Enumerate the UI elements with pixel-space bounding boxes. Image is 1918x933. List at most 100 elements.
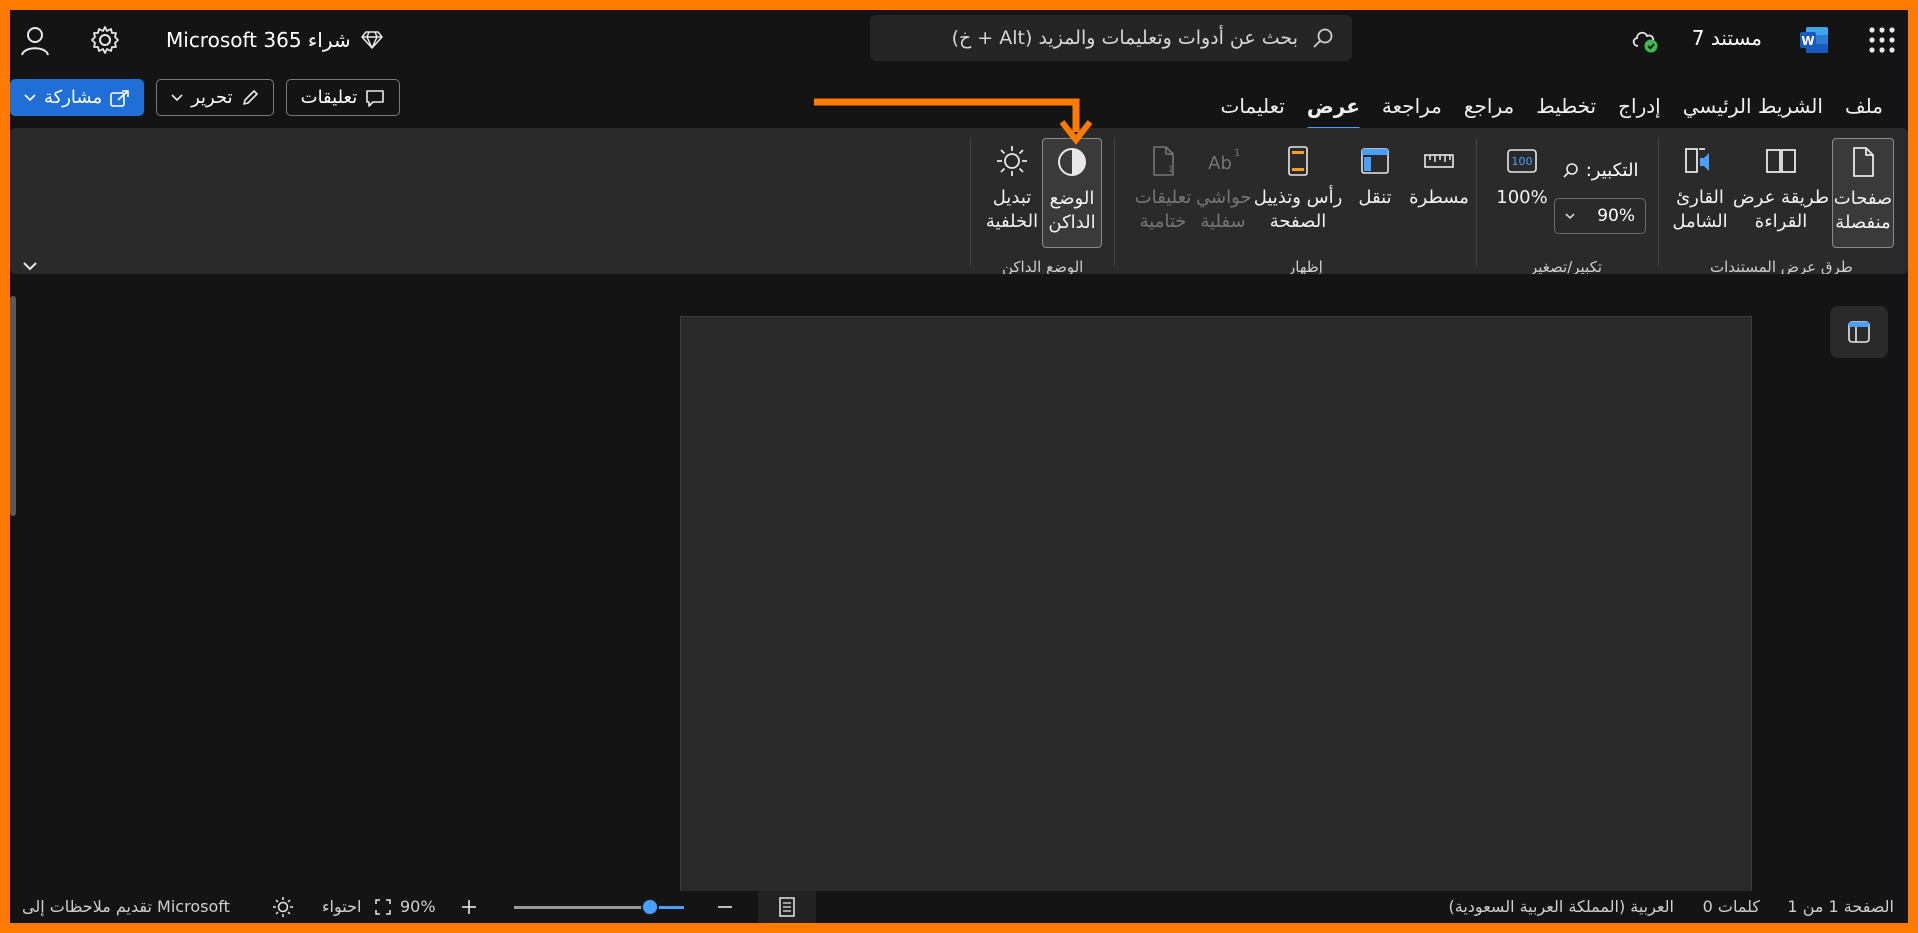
endnotes-label-2: ختامية	[1139, 211, 1187, 232]
header-footer-label-1: رأس وتذييل	[1253, 187, 1343, 208]
tab-review[interactable]: مراجعة	[1371, 82, 1453, 126]
header-footer-icon	[1288, 146, 1308, 176]
footnotes-label-1: حواشي	[1196, 187, 1252, 208]
page-icon	[1853, 147, 1874, 177]
group-separator	[1476, 138, 1477, 266]
zoom-in-icon[interactable]	[460, 898, 478, 916]
fit-label[interactable]: احتواء	[322, 897, 361, 916]
page-count[interactable]: الصفحة 1 من 1	[1787, 897, 1894, 916]
group-separator	[1114, 138, 1115, 266]
switch-background-button[interactable]: تبديل الخلفية	[984, 138, 1040, 248]
comments-button[interactable]: تعليقات	[285, 79, 401, 116]
footnotes-label-2: سفلية	[1200, 211, 1246, 232]
ribbon-tabs: ملف الشريط الرئيسي إدراج تخطيط مراجع مرا…	[1209, 82, 1894, 130]
ruler-label: مسطرة	[1409, 187, 1469, 208]
navigation-button[interactable]: تنقل	[1350, 138, 1400, 248]
reading-view-label-1: طريقة عرض	[1732, 187, 1830, 208]
word-logo-icon[interactable]: W	[1798, 24, 1830, 56]
svg-text:1: 1	[1168, 165, 1174, 175]
zoom-dropdown[interactable]: 90%	[1554, 198, 1646, 234]
footnote-icon: Ab 1	[1208, 148, 1240, 174]
svg-text:1: 1	[1234, 148, 1240, 159]
immersive-reader-label-2: الشامل	[1672, 211, 1728, 232]
switch-background-label-1: تبديل	[992, 187, 1032, 208]
side-panel-icon	[1848, 321, 1870, 343]
header-footer-label-2: الصفحة	[1269, 211, 1327, 232]
tab-layout[interactable]: تخطيط	[1525, 82, 1607, 126]
comment-icon	[366, 89, 385, 107]
separate-pages-button[interactable]: صفحات منفصلة	[1832, 138, 1894, 248]
edit-mode-button[interactable]: تحرير	[156, 79, 274, 116]
share-icon	[110, 89, 129, 107]
document-canvas	[10, 274, 1908, 923]
word-app-window: شراء Microsoft 365 بحث عن أدوات وتعليمات…	[10, 10, 1908, 923]
immersive-reader-label-1: القارئ	[1676, 187, 1724, 208]
tab-insert[interactable]: إدراج	[1607, 82, 1672, 126]
document-page[interactable]	[680, 316, 1752, 923]
immersive-reader-button[interactable]: القارئ الشامل	[1668, 138, 1732, 248]
svg-text:Ab: Ab	[1208, 153, 1232, 174]
zoom-100-button[interactable]: 100 100%	[1496, 138, 1548, 248]
immersive-reader-icon	[1685, 148, 1709, 173]
title-bar: شراء Microsoft 365 بحث عن أدوات وتعليمات…	[10, 10, 1908, 70]
zoom-percent[interactable]: 90%	[400, 897, 436, 916]
zoom-100-label: 100%	[1496, 187, 1548, 208]
share-button[interactable]: مشاركة	[10, 79, 145, 116]
brightness-icon[interactable]	[272, 896, 294, 918]
chevron-down-icon	[171, 93, 183, 101]
cloud-saved-icon[interactable]	[1630, 26, 1660, 54]
dark-mode-button[interactable]: الوضع الداكن	[1042, 138, 1102, 248]
header-actions: مشاركة تحرير تعليقات	[10, 79, 401, 117]
reading-view-label-2: القراءة	[1754, 211, 1808, 232]
endnote-icon: 1	[1153, 146, 1174, 176]
tab-references[interactable]: مراجع	[1453, 82, 1525, 126]
zoom-slider-thumb[interactable]	[641, 898, 659, 916]
header-footer-button[interactable]: رأس وتذييل الصفحة	[1248, 138, 1348, 248]
group-separator	[1658, 138, 1659, 266]
share-label: مشاركة	[44, 87, 103, 108]
document-title[interactable]: مستند 7	[1692, 26, 1762, 50]
fit-icon[interactable]	[374, 898, 392, 916]
page-view-button[interactable]	[758, 891, 816, 923]
zoom-search-icon	[1563, 163, 1578, 178]
svg-text:100: 100	[1512, 155, 1533, 168]
switch-background-label-2: الخلفية	[985, 211, 1039, 232]
svg-text:W: W	[1801, 34, 1814, 48]
side-panel-button[interactable]	[1830, 306, 1888, 358]
zoom-label-text: التكبير:	[1585, 160, 1639, 181]
zoom-out-icon[interactable]	[716, 898, 734, 916]
navigation-label: تنقل	[1358, 187, 1392, 208]
title-bar-right: W مستند 7	[10, 10, 1908, 70]
tab-view[interactable]: عرض	[1296, 82, 1371, 130]
page-view-icon	[779, 897, 795, 917]
dark-mode-label-2: الداكن	[1048, 212, 1096, 233]
status-bar: الصفحة 1 من 1 0 كلمات العربية (المملكة ا…	[10, 891, 1908, 923]
separate-pages-label-2: منفصلة	[1835, 212, 1891, 233]
ruler-button[interactable]: مسطرة	[1406, 138, 1472, 248]
group-separator	[970, 138, 971, 266]
book-open-icon	[1766, 149, 1796, 173]
annotation-arrow	[814, 98, 1093, 145]
comments-label: تعليقات	[300, 87, 358, 108]
ruler-icon	[1424, 154, 1454, 168]
language-status[interactable]: العربية (المملكة العربية السعودية)	[1449, 897, 1674, 916]
dark-mode-label-1: الوضع	[1049, 188, 1095, 209]
app-launcher-icon[interactable]	[1868, 26, 1896, 54]
ribbon-collapse-chevron-icon[interactable]	[20, 256, 40, 276]
tab-file[interactable]: ملف	[1834, 82, 1894, 126]
navigation-pane-icon	[1361, 148, 1389, 174]
tab-home[interactable]: الشريط الرئيسي	[1672, 82, 1834, 126]
chevron-down-icon	[24, 93, 36, 101]
tab-help[interactable]: تعليمات	[1209, 82, 1295, 126]
reading-view-button[interactable]: طريقة عرض القراءة	[1732, 138, 1830, 248]
dark-mode-contrast-icon	[1058, 148, 1086, 176]
endnotes-button: 1 تعليقات ختامية	[1132, 138, 1194, 248]
vertical-scrollbar[interactable]	[10, 296, 16, 516]
feedback-link[interactable]: تقديم ملاحظات إلى Microsoft	[22, 897, 230, 916]
footnotes-button: Ab 1 حواشي سفلية	[1196, 138, 1252, 248]
zoom-label: التكبير:	[1562, 160, 1638, 181]
ribbon-view: صفحات منفصلة طريقة عرض القراءة القارئ ال…	[10, 128, 1908, 276]
endnotes-label-1: تعليقات	[1134, 187, 1192, 208]
zoom-100-icon: 100	[1507, 149, 1537, 173]
word-count[interactable]: 0 كلمات	[1703, 897, 1760, 916]
